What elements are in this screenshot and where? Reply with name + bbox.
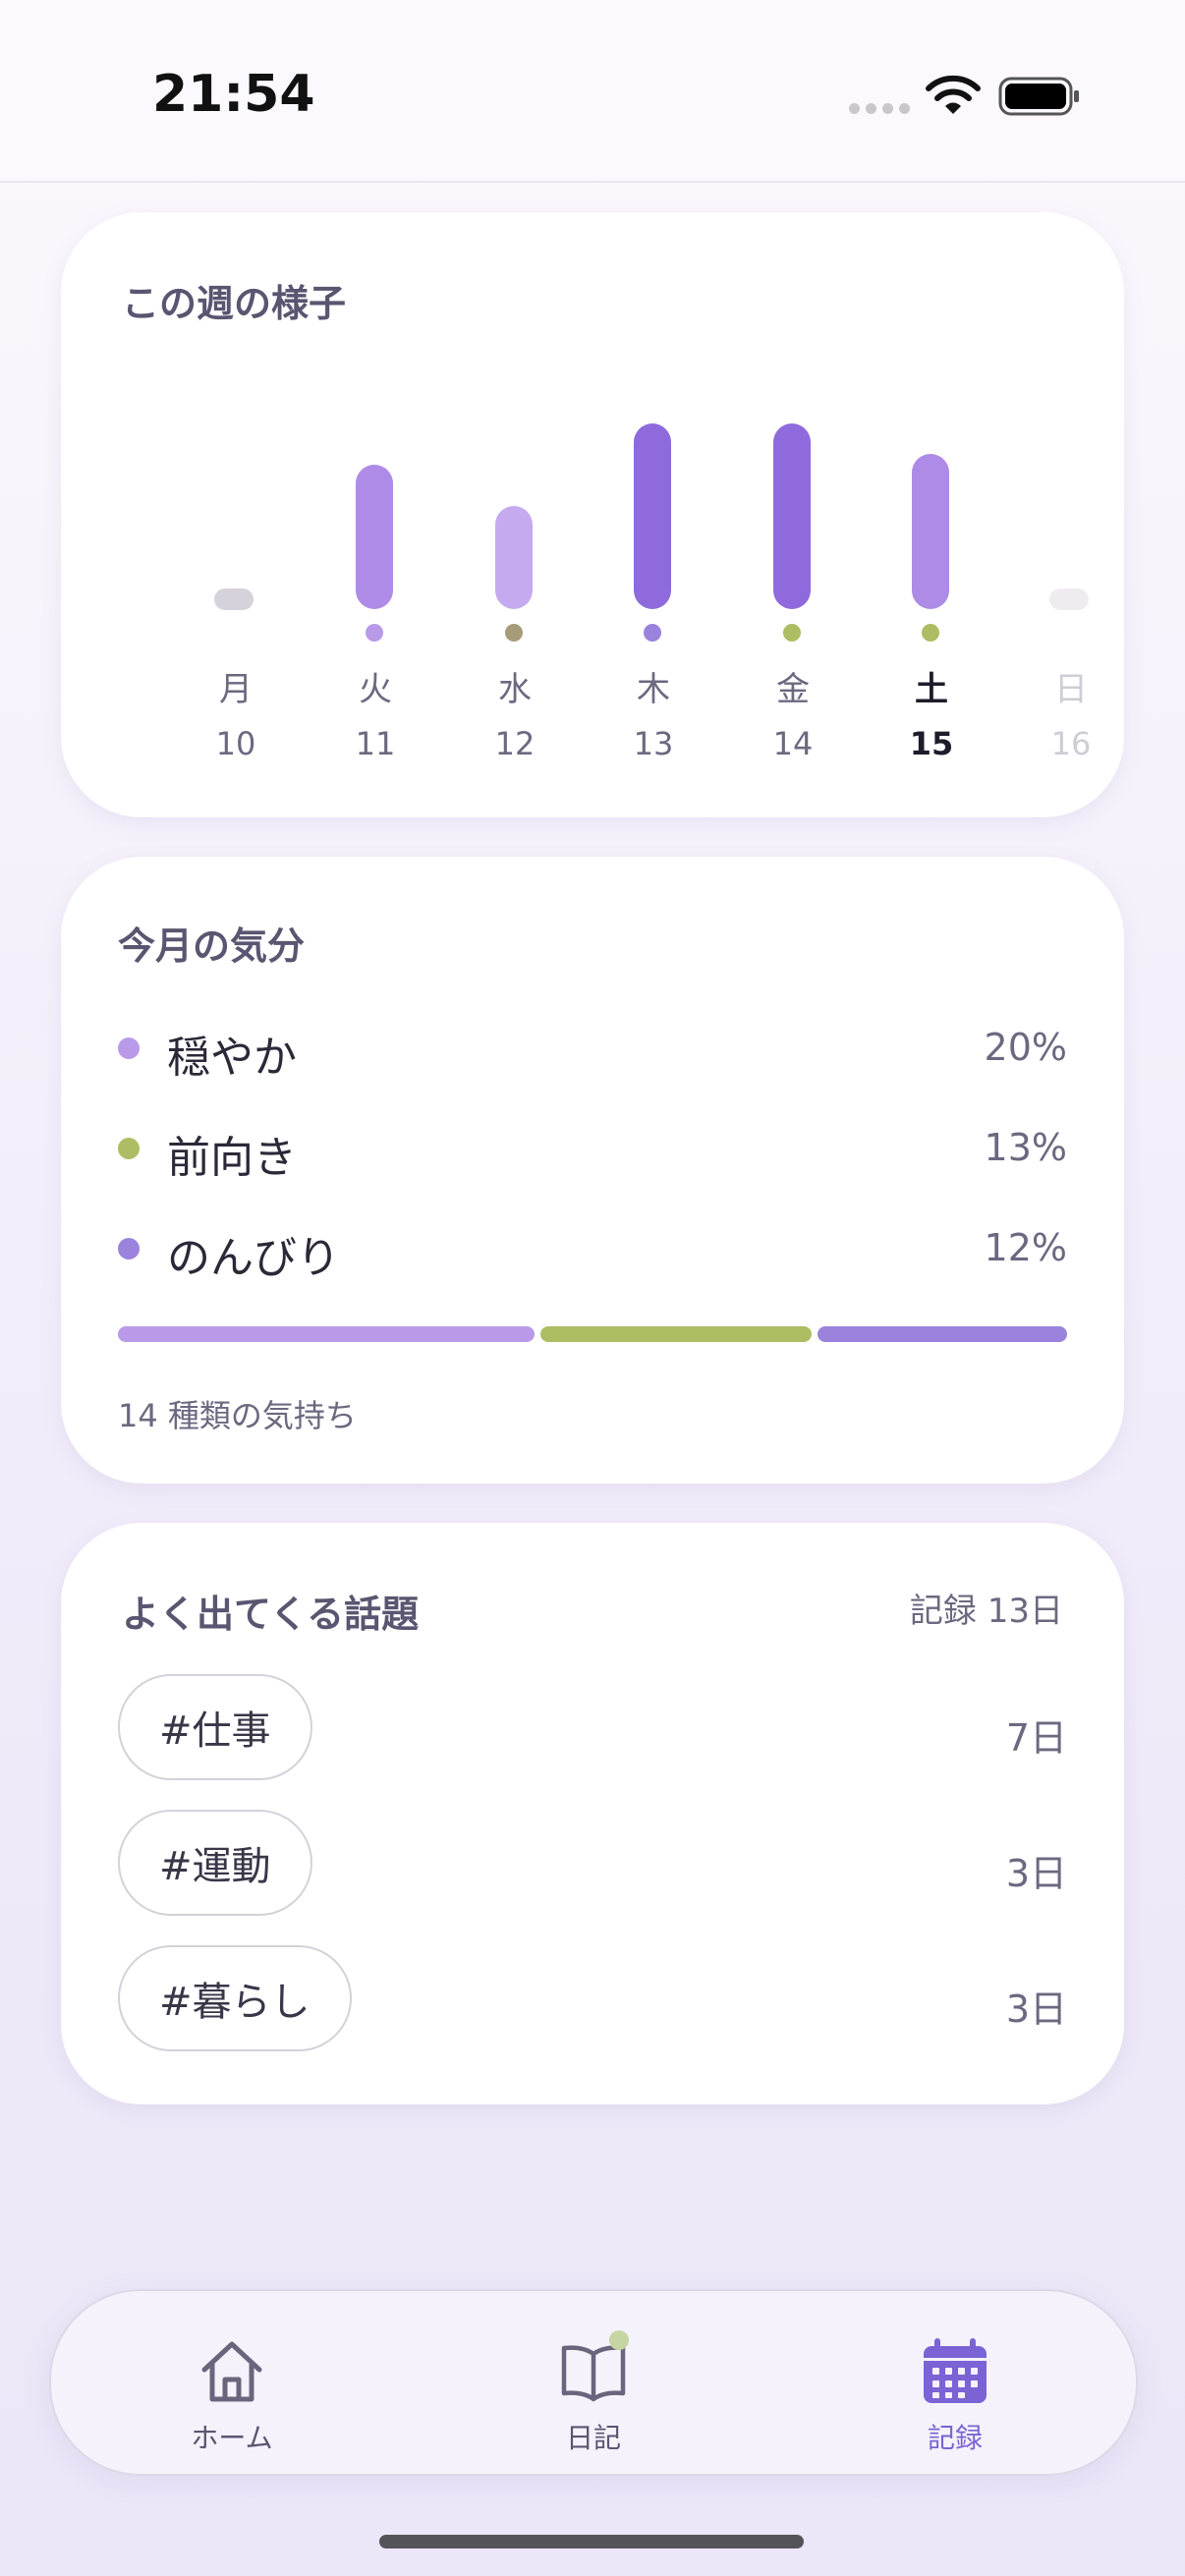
mood-name: 穏やか: [167, 1033, 297, 1083]
frequent-topics-title: よく出てくる話題: [122, 1593, 420, 1636]
weekday-label: 金: [776, 670, 810, 709]
monthly-mood-title: 今月の気分: [118, 924, 306, 968]
mood-row: 前向き 13%: [118, 1120, 1067, 1183]
date-label: 15: [909, 725, 954, 762]
mood-percent: 12%: [984, 1226, 1067, 1269]
day-mood-bar: [634, 423, 671, 609]
home-indicator: [379, 2535, 804, 2548]
topic-days: 3日: [1005, 1852, 1067, 1895]
weekday-label: 木: [637, 670, 670, 709]
tab-label: ホーム: [191, 2422, 273, 2454]
mood-bar-segment: [118, 1326, 535, 1342]
mood-row: のんびり 12%: [118, 1220, 1067, 1283]
mood-percent: 13%: [984, 1126, 1067, 1169]
topic-tag-chip[interactable]: #仕事: [118, 1674, 312, 1780]
date-label: 13: [633, 725, 674, 762]
day-mood-bar: [773, 423, 811, 609]
topic-row: #運動 3日: [118, 1810, 1067, 1920]
weekly-summary-card: この週の様子 月 10 火 11 水 12 木 13 金 14 土 15 日 16: [61, 212, 1124, 817]
day-mood-bar: [356, 465, 393, 609]
weekday-label: 日: [1054, 670, 1088, 709]
tab-bar: ホーム 日記 記録: [49, 2289, 1138, 2476]
mood-name: 前向き: [167, 1133, 297, 1183]
mood-row: 穏やか 20%: [118, 1020, 1067, 1083]
day-mood-bar: [495, 506, 533, 609]
battery-icon: [998, 77, 1079, 116]
mood-name: のんびり: [167, 1233, 340, 1283]
mood-bar-segment: [540, 1326, 812, 1342]
tab-home[interactable]: ホーム: [134, 2291, 330, 2474]
mood-color-dot: [118, 1037, 140, 1059]
weekly-summary-title: この週の様子: [122, 282, 347, 325]
cellular-signal-icon: [849, 103, 910, 114]
record-days-count: 記録 13日: [909, 1592, 1063, 1631]
day-mood-bar: [214, 588, 254, 610]
status-time: 21:54: [152, 65, 315, 124]
wifi-icon: [926, 75, 981, 114]
topic-tag-chip[interactable]: #暮らし: [118, 1945, 352, 2051]
status-bar: 21:54: [0, 0, 1185, 183]
day-mood-dot: [366, 624, 383, 642]
day-mood-dot: [505, 624, 523, 642]
weekday-label: 火: [359, 670, 392, 709]
mood-distribution-bar: [118, 1326, 1067, 1342]
day-mood-bar: [912, 454, 949, 609]
weekday-label: 水: [498, 670, 532, 709]
date-label: 12: [494, 725, 536, 762]
date-label: 10: [215, 725, 256, 762]
mood-color-dot: [118, 1238, 140, 1260]
topic-row: #仕事 7日: [118, 1674, 1067, 1784]
house-icon: [201, 2341, 262, 2402]
day-mood-dot: [922, 624, 939, 642]
weekday-label: 土: [915, 670, 948, 709]
mood-color-dot: [118, 1138, 140, 1159]
monthly-mood-card: 今月の気分 穏やか 20% 前向き 13% のんびり 12% 14 種類の気持ち: [61, 857, 1124, 1484]
calendar-icon: [924, 2338, 987, 2403]
topic-tag-chip[interactable]: #運動: [118, 1810, 312, 1916]
topic-row: #暮らし 3日: [118, 1945, 1067, 2055]
frequent-topics-card: よく出てくる話題 記録 13日 #仕事 7日 #運動 3日 #暮らし 3日: [61, 1523, 1124, 2104]
mood-bar-segment: [818, 1326, 1067, 1342]
date-label: 11: [355, 725, 396, 762]
weekday-label: 月: [219, 670, 253, 709]
day-mood-bar: [1049, 588, 1089, 610]
mood-percent: 20%: [984, 1026, 1067, 1069]
day-mood-dot: [783, 624, 801, 642]
topic-days: 3日: [1005, 1988, 1067, 2031]
tab-label: 記録: [927, 2422, 983, 2454]
day-mood-dot: [644, 624, 661, 642]
diary-notification-dot: [609, 2330, 629, 2350]
mood-variety-note: 14 種類の気持ち: [118, 1397, 357, 1434]
tab-label: 日記: [565, 2422, 621, 2454]
tab-records[interactable]: 記録: [857, 2291, 1053, 2474]
date-label: 16: [1050, 725, 1092, 762]
date-label: 14: [772, 725, 814, 762]
tab-diary[interactable]: 日記: [495, 2291, 692, 2474]
topic-days: 7日: [1005, 1716, 1067, 1760]
